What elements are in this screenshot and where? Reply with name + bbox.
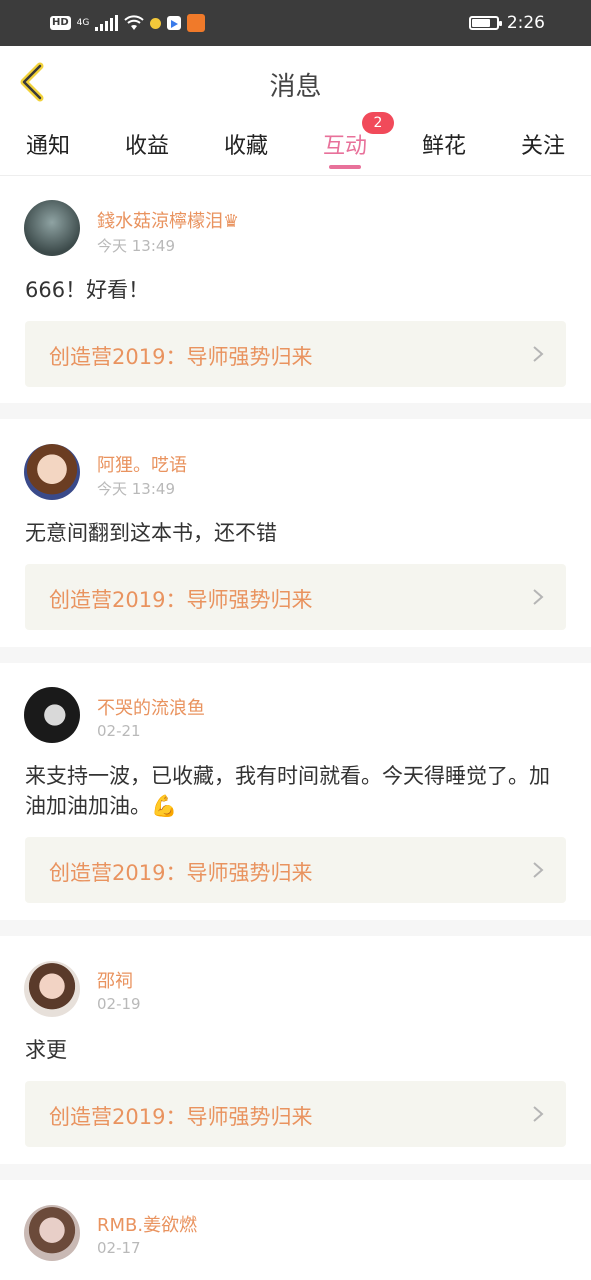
message-item: 邵祠 02-19 求更 创造营2019：导师强势归来 — [0, 936, 591, 1164]
video-app-icon — [167, 16, 182, 30]
tab-bar: 通知 收益 收藏 互动 鲜花 关注 — [0, 118, 591, 176]
chevron-right-icon — [533, 1106, 544, 1122]
app-header: 消息 — [0, 46, 591, 118]
divider — [0, 1164, 591, 1180]
status-icons-right: 2:26 — [468, 11, 545, 35]
timestamp: 今天 13:49 — [97, 480, 175, 498]
message-item: 阿狸。呓语 今天 13:49 无意间翻到这本书，还不错 创造营2019：导师强势… — [0, 419, 591, 647]
clock: 2:26 — [506, 13, 545, 33]
network-type: 4G — [76, 18, 90, 28]
divider — [0, 403, 591, 419]
comment-text: 来支持一波，已收藏，我有时间就看。今天得睡觉了。加油加油加油。💪 — [25, 764, 550, 818]
reading-app-icon — [187, 14, 206, 32]
avatar[interactable] — [24, 1205, 80, 1261]
book-link-card[interactable]: 创造营2019：导师强势归来 — [25, 837, 566, 903]
username[interactable]: RMB.姜欲燃 — [97, 1211, 197, 1237]
chevron-right-icon — [533, 589, 544, 605]
book-title: 创造营2019：导师强势归来 — [49, 1105, 313, 1129]
username[interactable]: 阿狸。呓语 — [97, 451, 187, 477]
wifi-icon — [124, 15, 145, 30]
book-link-card[interactable]: 创造营2019：导师强势归来 — [25, 564, 566, 630]
username[interactable]: 錢水菇涼檸檬泪♛ — [97, 207, 239, 233]
book-link-card[interactable]: 创造营2019：导师强势归来 — [25, 321, 566, 387]
comment-text: 无意间翻到这本书，还不错 — [25, 521, 277, 545]
hd-indicator: HD — [50, 16, 71, 30]
chevron-right-icon — [533, 346, 544, 362]
tab-earnings[interactable]: 收益 — [107, 128, 187, 160]
chevron-right-icon — [533, 862, 544, 878]
book-title: 创造营2019：导师强势归来 — [49, 588, 313, 612]
tab-favorites[interactable]: 收藏 — [206, 128, 286, 160]
avatar[interactable] — [24, 687, 80, 743]
avatar[interactable] — [24, 961, 80, 1017]
active-tab-indicator — [329, 165, 361, 169]
book-title: 创造营2019：导师强势归来 — [49, 861, 313, 885]
message-item: RMB.姜欲燃 02-17 — [0, 1180, 591, 1280]
battery-icon — [468, 16, 502, 30]
unread-badge: 2 — [362, 112, 394, 134]
comment-text: 666！好看！ — [25, 278, 150, 302]
timestamp: 今天 13:49 — [97, 237, 175, 255]
page-title: 消息 — [269, 72, 322, 102]
status-icons-left: HD 4G — [50, 12, 206, 34]
divider — [0, 920, 591, 936]
book-link-card[interactable]: 创造营2019：导师强势归来 — [25, 1081, 566, 1147]
username[interactable]: 邵祠 — [97, 967, 133, 993]
tab-flowers[interactable]: 鲜花 — [404, 128, 484, 160]
timestamp: 02-21 — [97, 722, 141, 740]
tab-notifications[interactable]: 通知 — [8, 128, 88, 160]
message-item: 錢水菇涼檸檬泪♛ 今天 13:49 666！好看！ 创造营2019：导师强势归来 — [0, 177, 591, 403]
avatar[interactable] — [24, 444, 80, 500]
comment-text: 求更 — [25, 1038, 67, 1062]
tab-following[interactable]: 关注 — [503, 128, 583, 160]
avatar[interactable] — [24, 200, 80, 256]
username[interactable]: 不哭的流浪鱼 — [97, 694, 205, 720]
signal-icon — [95, 15, 119, 31]
timestamp: 02-17 — [97, 1239, 141, 1257]
divider — [0, 647, 591, 663]
book-title: 创造营2019：导师强势归来 — [49, 345, 313, 369]
timestamp: 02-19 — [97, 995, 141, 1013]
status-bar: HD 4G 2:26 — [0, 0, 591, 46]
notification-app-icon — [150, 17, 162, 29]
message-item: 不哭的流浪鱼 02-21 来支持一波，已收藏，我有时间就看。今天得睡觉了。加油加… — [0, 663, 591, 920]
